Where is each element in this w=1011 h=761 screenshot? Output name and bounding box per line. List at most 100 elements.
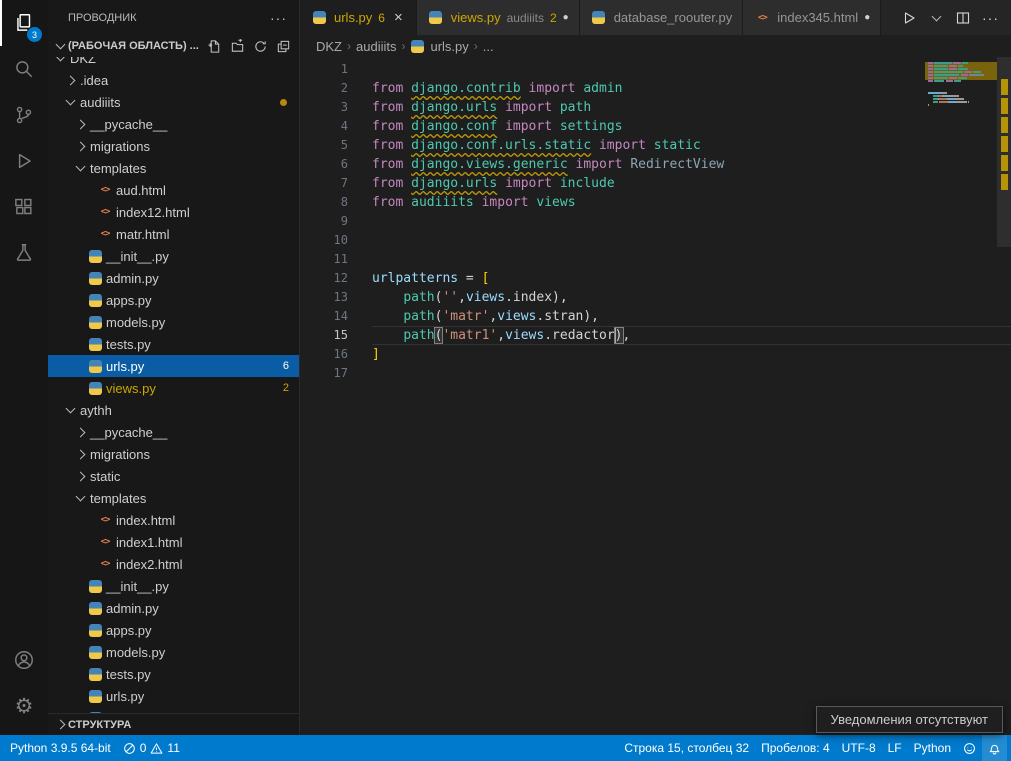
outline-section-header[interactable]: СТРУКТУРА [48, 713, 299, 735]
tab-label: views.py [451, 10, 501, 25]
close-icon[interactable]: × [391, 9, 406, 26]
python-icon [86, 250, 104, 263]
tree-file-urls.py[interactable]: urls.py [48, 685, 299, 707]
minimap[interactable] [925, 59, 997, 110]
warning-mark [1001, 117, 1008, 133]
source-control-icon[interactable] [0, 92, 48, 138]
views-more-actions-icon[interactable]: ··· [270, 10, 287, 26]
tree-file-aud.html[interactable]: <>aud.html [48, 179, 299, 201]
code-line[interactable]: urlpatterns = [ [372, 269, 1011, 288]
code-line[interactable] [372, 60, 1011, 79]
html-icon: <> [96, 515, 114, 525]
language-mode-status[interactable]: Python [908, 735, 957, 761]
tree-file-tests.py[interactable]: tests.py [48, 333, 299, 355]
breadcrumb-item[interactable]: DKZ [316, 39, 342, 54]
tree-folder-audiiits[interactable]: audiiits [48, 91, 299, 113]
tree-file-admin.py[interactable]: admin.py [48, 267, 299, 289]
code-editor[interactable]: 1234567891011121314151617 from django.co… [300, 57, 1011, 735]
scrollbar[interactable] [997, 57, 1011, 735]
tree-folder-__pycache__[interactable]: __pycache__ [48, 113, 299, 135]
settings-gear-icon[interactable]: ⚙ [0, 683, 48, 729]
tree-file-admin.py[interactable]: admin.py [48, 597, 299, 619]
breadcrumb-item[interactable]: urls.py [430, 39, 468, 54]
notifications-bell-icon[interactable] [982, 735, 1007, 761]
tab-urls.py[interactable]: urls.py 6 × [300, 0, 417, 35]
eol-status[interactable]: LF [882, 735, 908, 761]
tree-file-models.py[interactable]: models.py [48, 311, 299, 333]
tree-folder-migrations[interactable]: migrations [48, 443, 299, 465]
code-line[interactable]: path('matr1',views.redactor), [372, 326, 1011, 345]
tree-file-views.py[interactable]: views.py2 [48, 377, 299, 399]
tab-problems-badge: 6 [378, 11, 385, 25]
breadcrumb[interactable]: DKZ›audiiits›urls.py›... [300, 35, 1011, 57]
split-editor-icon[interactable] [955, 10, 971, 26]
code-line[interactable]: from django.urls import include [372, 174, 1011, 193]
tree-folder-templates[interactable]: templates [48, 157, 299, 179]
workspace-section-header[interactable]: (РАБОЧАЯ ОБЛАСТЬ) ... [48, 35, 299, 57]
refresh-icon[interactable] [253, 39, 268, 54]
tree-file-tests.py[interactable]: tests.py [48, 663, 299, 685]
breadcrumb-item[interactable]: audiiits [356, 39, 396, 54]
tree-file-__init__.py[interactable]: __init__.py [48, 245, 299, 267]
code-line[interactable]: from django.conf import settings [372, 117, 1011, 136]
cursor-position-status[interactable]: Строка 15, столбец 32 [618, 735, 755, 761]
tree-file-apps.py[interactable]: apps.py [48, 289, 299, 311]
more-actions-icon[interactable]: ··· [982, 10, 999, 26]
tree-file-index2.html[interactable]: <>index2.html [48, 553, 299, 575]
account-icon[interactable] [0, 637, 48, 683]
code-line[interactable] [372, 231, 1011, 250]
extensions-icon[interactable] [0, 184, 48, 230]
encoding-status[interactable]: UTF-8 [836, 735, 882, 761]
tree-file-index.html[interactable]: <>index.html [48, 509, 299, 531]
tab-label: urls.py [334, 10, 372, 25]
run-dropdown-chevron-icon[interactable] [928, 16, 944, 20]
code-line[interactable]: ] [372, 345, 1011, 364]
run-python-file-icon[interactable] [901, 10, 917, 26]
tree-folder-.idea[interactable]: .idea [48, 69, 299, 91]
code-line[interactable]: path('matr',views.stran), [372, 307, 1011, 326]
tree-item-label: views.py [106, 381, 156, 396]
tree-folder-DKZ[interactable]: DKZ [48, 57, 299, 69]
tree-folder-__pycache__[interactable]: __pycache__ [48, 421, 299, 443]
collapse-all-icon[interactable] [276, 39, 291, 54]
tree-file-models.py[interactable]: models.py [48, 641, 299, 663]
tab-index345.html[interactable]: <>index345.html● [743, 0, 881, 35]
code-line[interactable] [372, 364, 1011, 383]
tree-folder-aythh[interactable]: aythh [48, 399, 299, 421]
code-line[interactable]: from django.contrib import admin [372, 79, 1011, 98]
tree-folder-migrations[interactable]: migrations [48, 135, 299, 157]
indentation-status[interactable]: Пробелов: 4 [755, 735, 836, 761]
run-debug-icon[interactable] [0, 138, 48, 184]
tree-file-index12.html[interactable]: <>index12.html [48, 201, 299, 223]
tab-views.py[interactable]: views.pyaudiiits2● [417, 0, 580, 35]
code-line[interactable] [372, 212, 1011, 231]
code-line[interactable]: from django.conf.urls.static import stat… [372, 136, 1011, 155]
workspace-label: (РАБОЧАЯ ОБЛАСТЬ) ... [68, 40, 199, 52]
code-line[interactable]: from django.urls import path [372, 98, 1011, 117]
tree-file-apps.py[interactable]: apps.py [48, 619, 299, 641]
tree-file-__init__.py[interactable]: __init__.py [48, 575, 299, 597]
feedback-icon[interactable] [957, 735, 982, 761]
new-folder-icon[interactable] [230, 39, 245, 54]
search-icon[interactable] [0, 46, 48, 92]
breadcrumb-item[interactable]: ... [483, 39, 494, 54]
tree-folder-templates[interactable]: templates [48, 487, 299, 509]
tree-file-urls.py[interactable]: urls.py6 [48, 355, 299, 377]
line-numbers: 1234567891011121314151617 [300, 60, 348, 735]
code-content[interactable]: from django.contrib import adminfrom dja… [348, 60, 1011, 735]
tree-file-index1.html[interactable]: <>index1.html [48, 531, 299, 553]
code-line[interactable]: from django.views.generic import Redirec… [372, 155, 1011, 174]
tree-file-matr.html[interactable]: <>matr.html [48, 223, 299, 245]
warning-mark [1001, 79, 1008, 95]
tree-item-label: index2.html [116, 557, 182, 572]
code-line[interactable]: from audiiits import views [372, 193, 1011, 212]
code-line[interactable]: path('',views.index), [372, 288, 1011, 307]
problems-status[interactable]: 0 11 [117, 735, 186, 761]
code-line[interactable] [372, 250, 1011, 269]
new-file-icon[interactable] [207, 39, 222, 54]
tab-database_roouter.py[interactable]: database_roouter.py [580, 0, 744, 35]
testing-icon[interactable] [0, 230, 48, 276]
python-interpreter-status[interactable]: Python 3.9.5 64-bit [4, 735, 117, 761]
tree-folder-static[interactable]: static [48, 465, 299, 487]
explorer-icon[interactable]: 3 [0, 0, 48, 46]
